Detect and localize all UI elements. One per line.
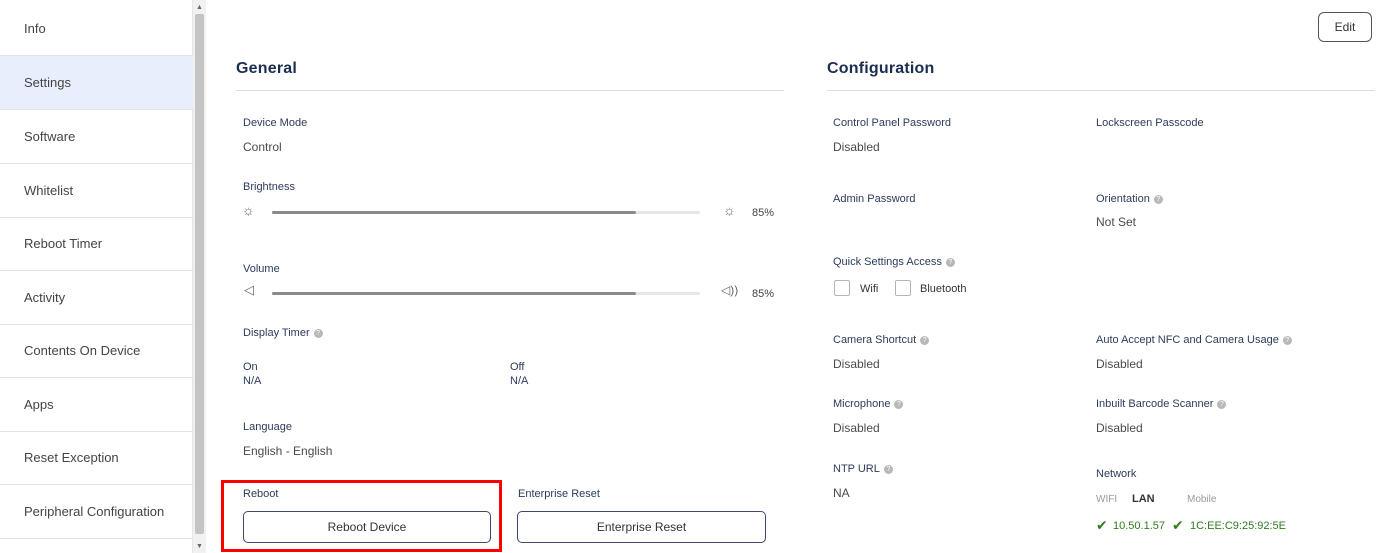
network-tab-mobile[interactable]: Mobile <box>1187 494 1216 505</box>
display-timer-on-value: N/A <box>243 375 262 387</box>
network-tab-lan[interactable]: LAN <box>1132 493 1155 505</box>
sun-high-icon: ☼ <box>723 202 736 218</box>
orientation-label: Orientation? <box>1096 193 1163 205</box>
orientation-value: Not Set <box>1096 215 1137 229</box>
device-mode-value: Control <box>243 140 282 154</box>
bluetooth-checkbox-label: Bluetooth <box>920 283 967 295</box>
sidebar-item-label: Reboot Timer <box>24 236 103 251</box>
help-icon[interactable]: ? <box>1282 336 1292 345</box>
display-timer-off-label: Off <box>510 361 525 373</box>
sidebar-item-apps[interactable]: Apps <box>0 378 193 432</box>
sidebar-item-label: Peripheral Configuration <box>24 504 165 519</box>
sidebar-item-label: Apps <box>24 397 54 412</box>
help-icon[interactable]: ? <box>883 465 893 474</box>
volume-label: Volume <box>243 263 280 275</box>
volume-slider[interactable] <box>272 292 700 295</box>
display-timer-off-value: N/A <box>510 375 529 387</box>
edit-button[interactable]: Edit <box>1318 12 1372 42</box>
ntp-url-label: NTP URL? <box>833 463 893 475</box>
help-icon[interactable]: ? <box>1217 400 1227 409</box>
speaker-low-icon: ◁ <box>244 282 254 297</box>
control-panel-password-value: Disabled <box>833 140 880 154</box>
brightness-label: Brightness <box>243 181 295 193</box>
help-icon[interactable]: ? <box>945 258 955 267</box>
sidebar-item-label: Reset Exception <box>24 450 119 465</box>
lockscreen-passcode-label: Lockscreen Passcode <box>1096 117 1204 129</box>
sidebar-item-info[interactable]: Info <box>0 2 193 56</box>
enterprise-reset-label: Enterprise Reset <box>518 488 600 500</box>
language-value: English - English <box>243 444 333 458</box>
brightness-percent: 85% <box>752 207 775 219</box>
quick-settings-label: Quick Settings Access? <box>833 256 955 268</box>
sidebar-item-label: Info <box>24 21 46 36</box>
network-ip-value: 10.50.1.57 <box>1113 520 1165 532</box>
sidebar-item-peripheral-configuration[interactable]: Peripheral Configuration <box>0 485 193 539</box>
sidebar-item-label: Activity <box>24 290 66 305</box>
barcode-scanner-value: Disabled <box>1096 421 1143 435</box>
bluetooth-checkbox[interactable] <box>895 280 911 296</box>
sidebar-item-software[interactable]: Software <box>0 110 193 164</box>
admin-password-label: Admin Password <box>833 193 916 205</box>
sidebar-item-label: Contents On Device <box>24 343 141 358</box>
sidebar-item-whitelist[interactable]: Whitelist <box>0 164 193 218</box>
sidebar-item-contents-on-device[interactable]: Contents On Device <box>0 324 193 378</box>
brightness-slider-fill <box>272 211 636 214</box>
help-icon[interactable]: ? <box>1153 195 1163 204</box>
microphone-label: Microphone? <box>833 398 904 410</box>
volume-percent: 85% <box>752 288 775 300</box>
speaker-high-icon: ◁)) <box>721 283 739 297</box>
ntp-url-value: NA <box>833 486 850 500</box>
sidebar-item-settings[interactable]: Settings <box>0 56 193 110</box>
help-icon[interactable]: ? <box>313 329 323 338</box>
network-tab-wifi[interactable]: WIFI <box>1096 494 1117 505</box>
sidebar-item-reboot-timer[interactable]: Reboot Timer <box>0 217 193 271</box>
configuration-divider <box>827 90 1375 91</box>
sidebar-item-activity[interactable]: Activity <box>0 271 193 325</box>
network-mac-value: 1C:EE:C9:25:92:5E <box>1190 520 1287 532</box>
check-icon: ✔ <box>1096 517 1108 533</box>
sun-low-icon: ☼ <box>242 202 255 218</box>
wifi-checkbox-label: Wifi <box>860 283 879 295</box>
microphone-value: Disabled <box>833 421 880 435</box>
highlight-box <box>221 480 502 552</box>
camera-shortcut-label: Camera Shortcut? <box>833 334 930 346</box>
control-panel-password-label: Control Panel Password <box>833 117 952 129</box>
general-divider <box>236 90 784 91</box>
volume-slider-fill <box>272 292 636 295</box>
sidebar-scrollbar[interactable]: ▲ ▼ <box>193 0 206 553</box>
wifi-checkbox[interactable] <box>834 280 850 296</box>
barcode-scanner-label: Inbuilt Barcode Scanner? <box>1096 398 1227 410</box>
scroll-down-arrow-icon[interactable]: ▼ <box>193 541 206 553</box>
sidebar-item-label: Settings <box>24 75 71 90</box>
language-label: Language <box>243 421 292 433</box>
help-icon[interactable]: ? <box>920 336 930 345</box>
auto-accept-nfc-value: Disabled <box>1096 357 1143 371</box>
camera-shortcut-value: Disabled <box>833 357 880 371</box>
auto-accept-nfc-label: Auto Accept NFC and Camera Usage? <box>1096 334 1292 346</box>
sidebar: Info Settings Software Whitelist Reboot … <box>0 0 193 553</box>
general-section-title: General <box>236 60 297 77</box>
check-icon: ✔ <box>1172 517 1184 533</box>
sidebar-item-reset-exception[interactable]: Reset Exception <box>0 431 193 485</box>
configuration-section-title: Configuration <box>827 60 935 77</box>
scrollbar-thumb[interactable] <box>195 14 204 534</box>
device-mode-label: Device Mode <box>243 117 308 129</box>
brightness-slider[interactable] <box>272 211 700 214</box>
network-label: Network <box>1096 468 1137 480</box>
scroll-up-arrow-icon[interactable]: ▲ <box>193 2 206 14</box>
display-timer-label: Display Timer? <box>243 327 323 339</box>
sidebar-item-label: Whitelist <box>24 183 74 198</box>
enterprise-reset-button[interactable]: Enterprise Reset <box>517 511 766 543</box>
display-timer-on-label: On <box>243 361 258 373</box>
help-icon[interactable]: ? <box>894 400 904 409</box>
sidebar-item-label: Software <box>24 129 76 144</box>
